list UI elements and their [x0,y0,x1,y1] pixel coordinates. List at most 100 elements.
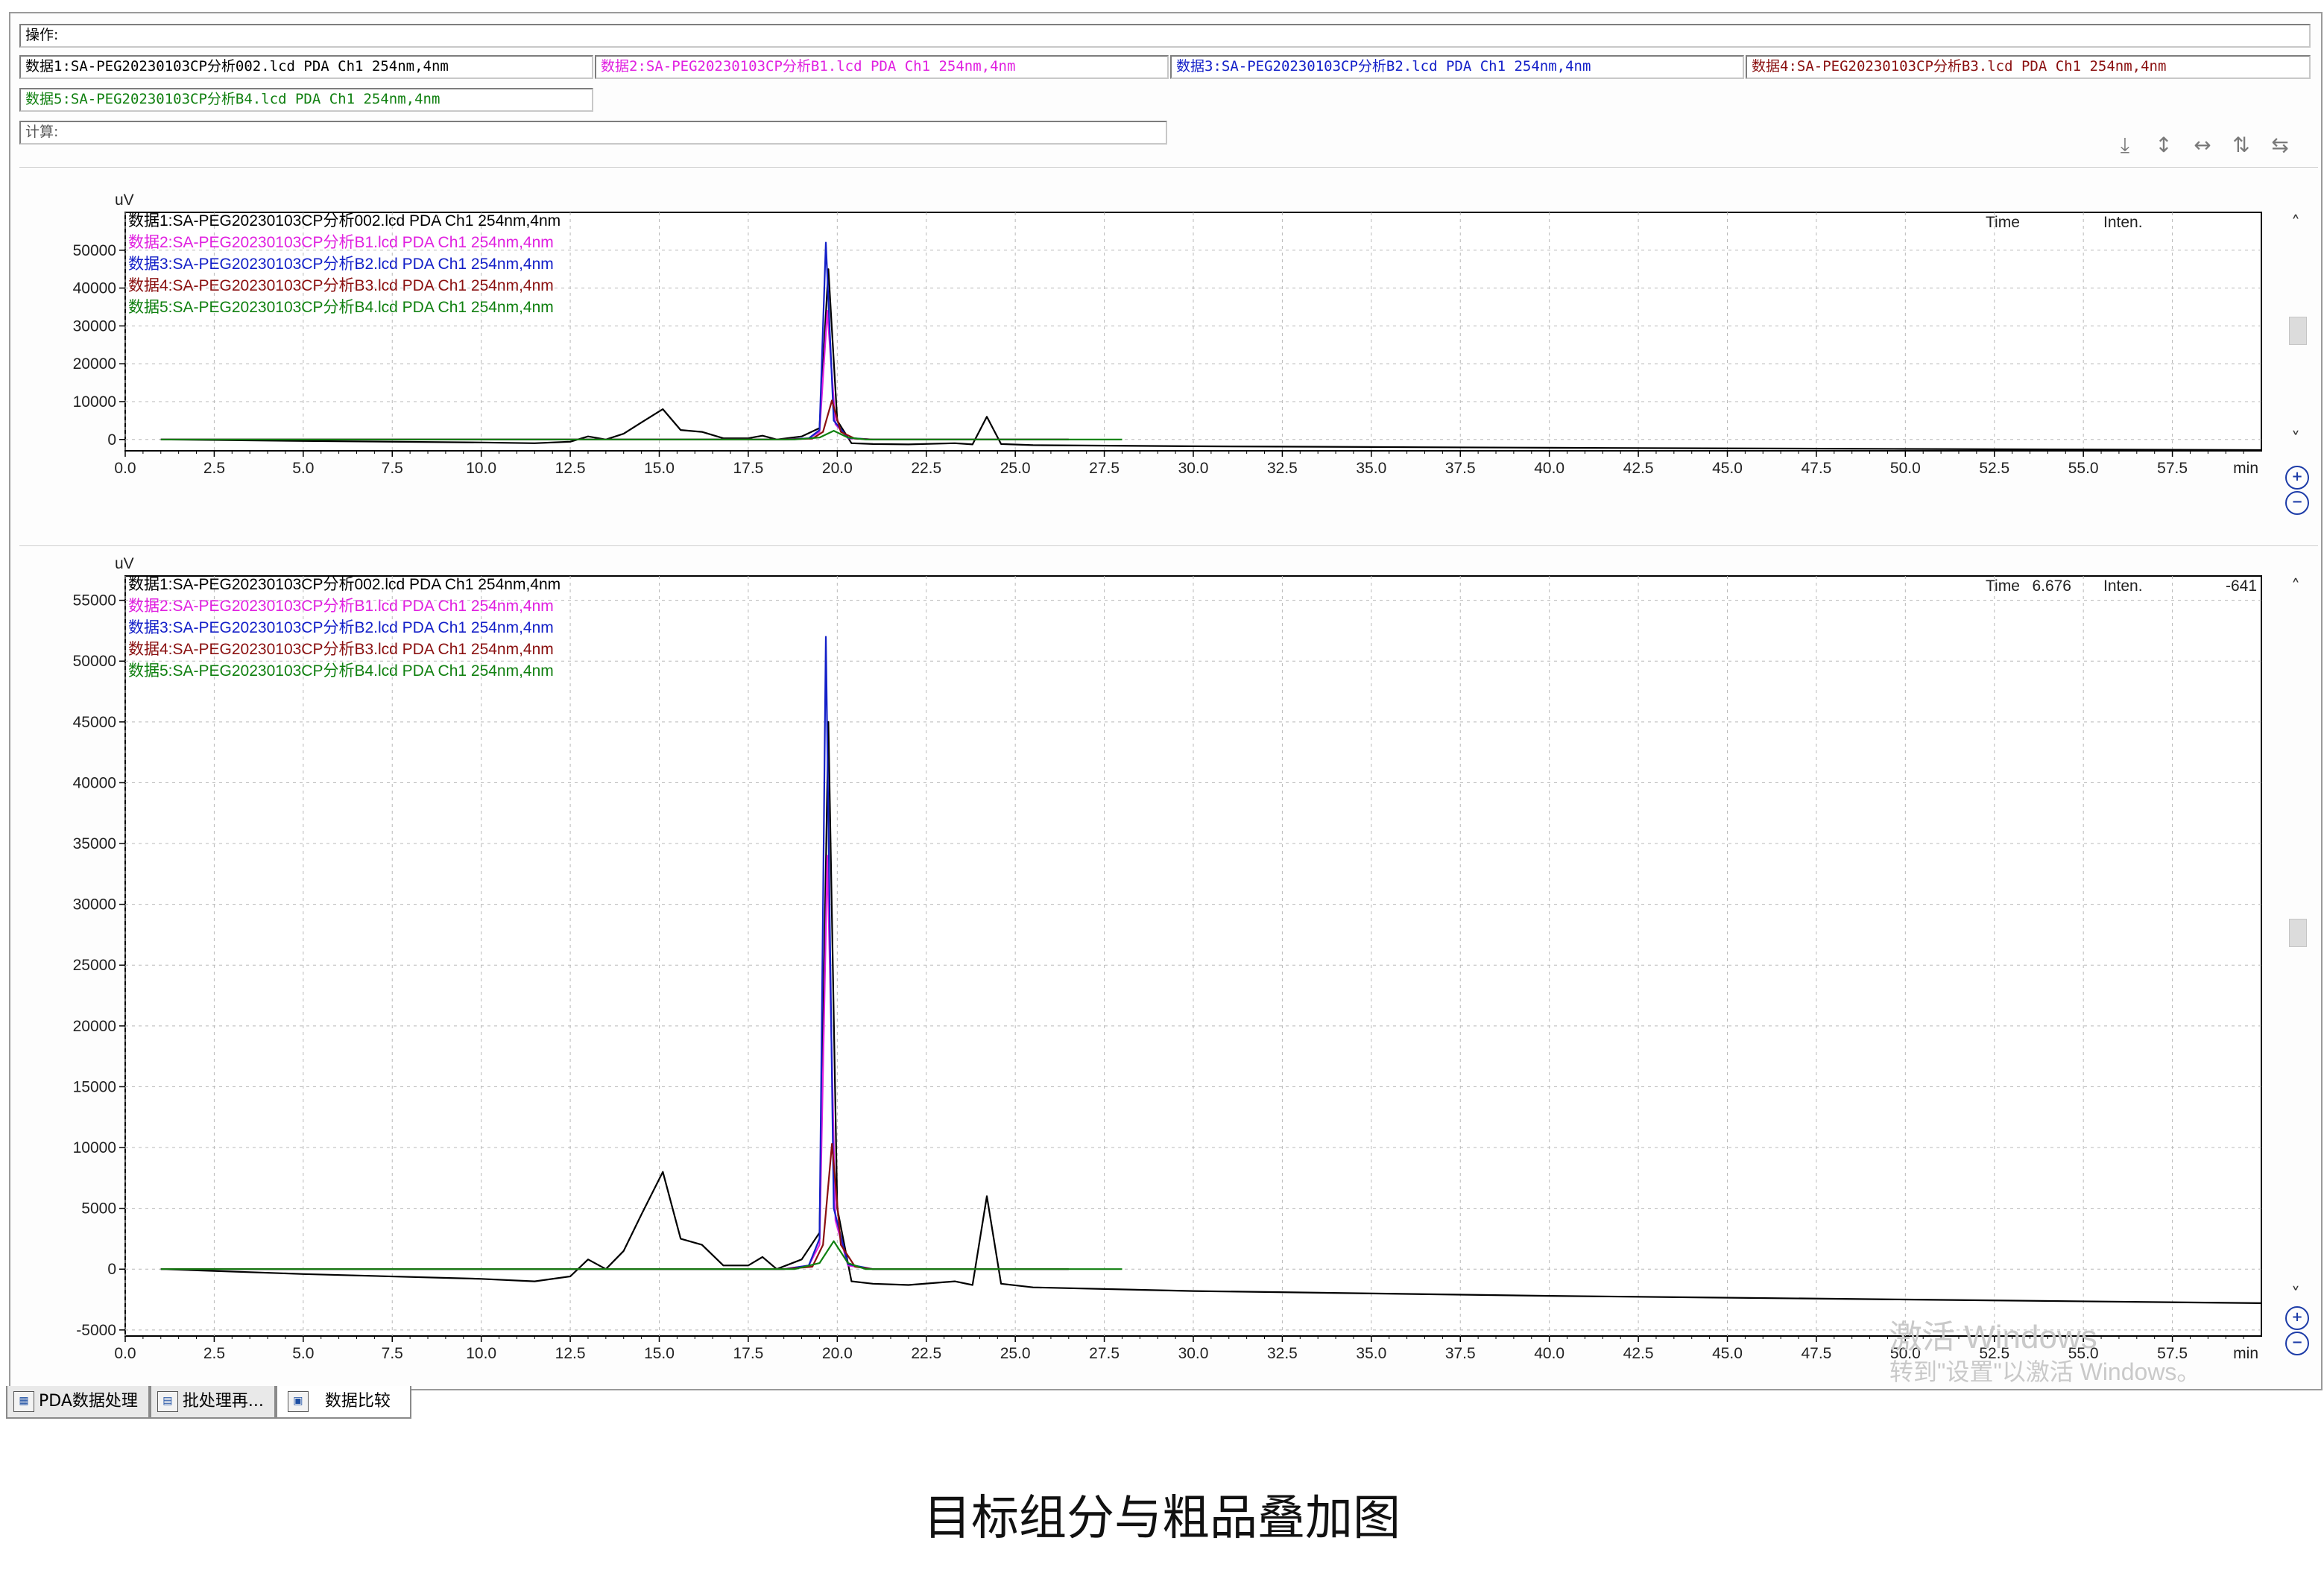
scroll-up-icon[interactable]: ˄ [2282,576,2309,597]
file-selector-4[interactable]: 数据4:SA-PEG20230103CP分析B3.lcd PDA Ch1 254… [1746,55,2311,79]
scroll-down-icon[interactable]: ˅ [2282,428,2309,449]
x-tick-label: 22.5 [911,460,941,477]
y-unit-label: uV [115,555,134,572]
vertical-scrollbar-top[interactable]: ˄ ˅ [2282,212,2309,451]
x-tick-label: 20.0 [822,460,853,477]
zoom-controls-bottom: + − [2285,1306,2311,1357]
chromatogram-top[interactable]: 0.0 2.5 5.0 7.5 10.0 12.5 15.0 17.5 20.0 22.5 25.0… [19,168,2318,540]
x-tick-label: 0.0 [114,460,136,477]
x-tick-label: 47.5 [1801,1345,1831,1362]
x-tick-label: 37.5 [1445,1345,1476,1362]
x-tick-label: 42.5 [1623,460,1654,477]
y-tick-label: 35000 [73,835,116,852]
y-tick-label: 40000 [73,280,116,297]
legend-entry-1: 数据1:SA-PEG20230103CP分析002.lcd PDA Ch1 25… [128,212,561,230]
x-tick-label: 12.5 [555,1345,586,1362]
scroll-up-icon[interactable]: ˄ [2282,212,2309,233]
y-tick-label: 25000 [73,957,116,974]
x-tick-label: 10.0 [466,1345,496,1362]
pda-icon: ▦ [13,1391,34,1412]
x-tick-label: 7.5 [382,460,403,477]
file-selector-2[interactable]: 数据2:SA-PEG20230103CP分析B1.lcd PDA Ch1 254… [595,55,1169,79]
scroll-thumb[interactable] [2289,919,2307,947]
tab-label: 数据比较 [324,1392,391,1411]
x-tick-label: 32.5 [1267,1345,1298,1362]
x-tick-label: 2.5 [203,460,225,477]
tab-data-comparison[interactable]: ▣ 数据比较 [275,1386,411,1419]
x-tick-label: 52.5 [1979,460,2009,477]
time-value: 6.676 [2032,577,2071,595]
zoom-out-icon[interactable]: − [2285,1332,2309,1355]
x-tick-label: 25.0 [1000,460,1031,477]
x-tick-label: 5.0 [292,1345,314,1362]
chart-toolbar: ⤓ ↕ ↔ ⇅ ⇆ [2112,133,2293,158]
y-tick-label: 50000 [73,653,116,670]
tab-pda-data-processing[interactable]: ▦ PDA数据处理 [6,1386,150,1419]
x-tick-label: 27.5 [1089,1345,1120,1362]
x-tick-label: 37.5 [1445,460,1476,477]
pin-down-icon[interactable]: ⤓ [2112,133,2138,158]
expand-horizontal-icon[interactable]: ↔ [2190,133,2215,158]
x-tick-label: 20.0 [822,1345,853,1362]
batch-icon: ▤ [157,1391,178,1412]
y-tick-label: 45000 [73,714,116,731]
y-tick-label: 10000 [73,1139,116,1156]
x-tick-label: 17.5 [733,460,763,477]
y-tick-label: 0 [107,1261,116,1278]
legend-entry-5: 数据5:SA-PEG20230103CP分析B4.lcd PDA Ch1 254… [128,662,554,680]
legend-entry-1: 数据1:SA-PEG20230103CP分析002.lcd PDA Ch1 25… [128,576,561,593]
x-tick-label: 27.5 [1089,460,1120,477]
operations-bar[interactable]: 操作: [19,24,2311,48]
x-tick-label: 0.0 [114,1345,136,1362]
inten-label: Inten. [2103,214,2143,231]
x-unit-label: min [2233,1345,2258,1362]
app-window: 操作: 数据1:SA-PEG20230103CP分析002.lcd PDA Ch… [0,0,2324,1425]
zoom-in-icon[interactable]: + [2285,1306,2309,1330]
file-label-5: 数据5:SA-PEG20230103CP分析B4.lcd PDA Ch1 254… [25,91,441,107]
windows-activation-watermark: 激活 Windows 转到"设置"以激活 Windows。 [1889,1310,2200,1387]
legend-entry-4: 数据4:SA-PEG20230103CP分析B3.lcd PDA Ch1 254… [128,641,554,658]
zoom-out-icon[interactable]: − [2285,491,2309,515]
x-tick-label: 57.5 [2157,460,2188,477]
x-tick-label: 25.0 [1000,1345,1031,1362]
scroll-thumb[interactable] [2289,317,2307,345]
y-unit-label: uV [115,191,134,209]
x-tick-label: 30.0 [1178,460,1209,477]
x-tick-label: 17.5 [733,1345,763,1362]
x-tick-label: 55.0 [2068,460,2099,477]
watermark-line-2: 转到"设置"以激活 Windows。 [1889,1358,2201,1385]
x-tick-label: 47.5 [1801,460,1831,477]
legend-entry-3: 数据3:SA-PEG20230103CP分析B2.lcd PDA Ch1 254… [128,619,554,636]
swap-horizontal-icon[interactable]: ⇆ [2267,133,2293,158]
y-tick-label: 15000 [73,1078,116,1095]
vertical-scrollbar-bottom[interactable]: ˄ ˅ [2282,576,2309,1306]
sort-vertical-icon[interactable]: ⇅ [2229,133,2254,158]
y-tick-label: 20000 [73,1018,116,1035]
y-tick-label: -5000 [76,1322,116,1339]
scroll-down-icon[interactable]: ˅ [2282,1284,2309,1305]
tab-label: 批处理再... [182,1392,264,1411]
expand-vertical-icon[interactable]: ↕ [2151,133,2176,158]
legend-entry-2: 数据2:SA-PEG20230103CP分析B1.lcd PDA Ch1 254… [128,234,554,251]
time-label: Time [1986,577,2020,595]
y-tick-label: 20000 [73,355,116,373]
file-label-4: 数据4:SA-PEG20230103CP分析B3.lcd PDA Ch1 254… [1752,58,2167,75]
file-selector-1[interactable]: 数据1:SA-PEG20230103CP分析002.lcd PDA Ch1 25… [19,55,593,79]
x-tick-label: 35.0 [1356,1345,1386,1362]
inten-label: Inten. [2103,577,2143,595]
y-tick-label: 5000 [81,1200,116,1218]
y-tick-label: 55000 [73,592,116,610]
bottom-tab-bar: ▦ PDA数据处理 ▤ 批处理再... ▣ 数据比较 [6,1386,411,1420]
file-selector-5[interactable]: 数据5:SA-PEG20230103CP分析B4.lcd PDA Ch1 254… [19,88,593,112]
calculation-field[interactable]: 计算: [19,121,1167,145]
x-tick-label: 10.0 [466,460,496,477]
legend-entry-2: 数据2:SA-PEG20230103CP分析B1.lcd PDA Ch1 254… [128,598,554,615]
file-selector-3[interactable]: 数据3:SA-PEG20230103CP分析B2.lcd PDA Ch1 254… [1170,55,1744,79]
x-tick-label: 42.5 [1623,1345,1654,1362]
zoom-in-icon[interactable]: + [2285,466,2309,490]
tab-label: PDA数据处理 [39,1392,138,1411]
chromatogram-bottom[interactable]: 0.0 2.5 5.0 7.5 10.0 12.5 15.0 17.5 20.0 22.5 25.0… [19,546,2318,1382]
tab-batch-reprocess[interactable]: ▤ 批处理再... [149,1386,276,1419]
calculation-label: 计算: [25,124,59,140]
legend-entry-4: 数据4:SA-PEG20230103CP分析B3.lcd PDA Ch1 254… [128,277,554,294]
